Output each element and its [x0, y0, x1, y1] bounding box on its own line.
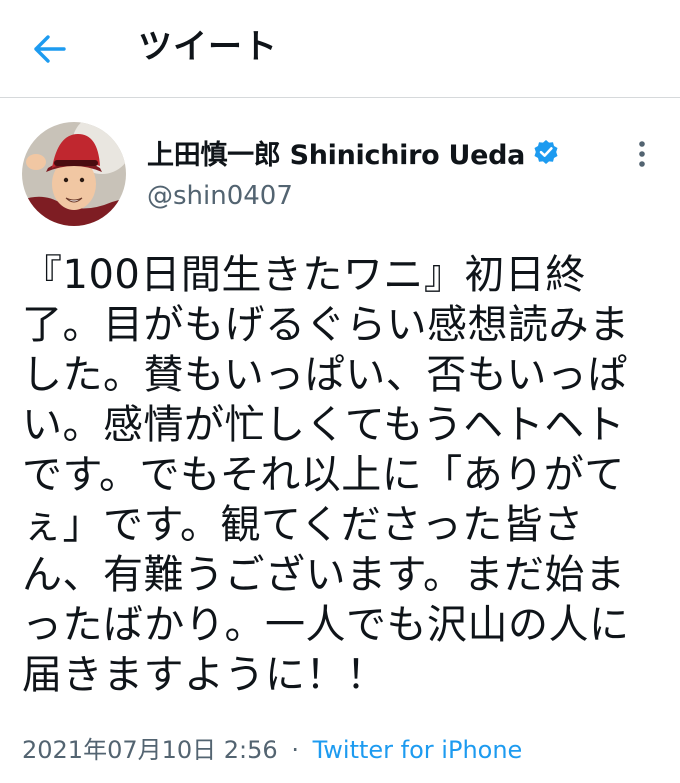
back-button[interactable] — [22, 22, 76, 76]
meta-separator: · — [291, 736, 299, 764]
tweet-meta: 2021年07月10日 2:56 · Twitter for iPhone — [22, 733, 522, 767]
verified-badge-icon — [533, 139, 559, 165]
arrow-left-icon — [34, 35, 66, 63]
author-name-row: 上田慎一郎 Shinichiro Ueda — [147, 130, 559, 174]
tweet-source-link[interactable]: Twitter for iPhone — [313, 736, 523, 764]
page-title: ツイート — [138, 27, 278, 67]
more-vertical-icon — [639, 141, 645, 167]
tweet-timestamp[interactable]: 2021年07月10日 2:56 — [22, 736, 278, 764]
display-name[interactable]: 上田慎一郎 Shinichiro Ueda — [147, 133, 525, 172]
avatar[interactable] — [22, 122, 126, 226]
more-options-button[interactable] — [622, 132, 662, 176]
top-bar: ツイート — [0, 0, 680, 98]
tweet-body: 『100日間生きたワニ』初日終 了。目がもげるぐらい感想読みま した。賛もいっぱ… — [22, 252, 630, 698]
user-handle[interactable]: @shin0407 — [147, 178, 293, 214]
